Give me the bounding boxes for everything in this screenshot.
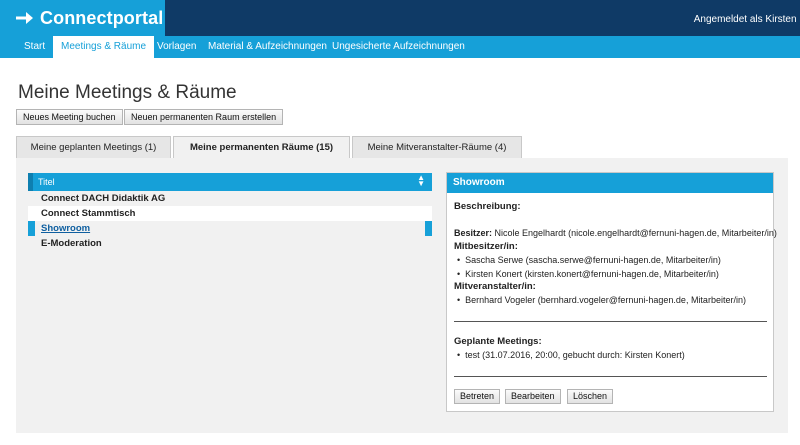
tab-permanent-rooms[interactable]: Meine permanenten Räume (15) [173, 136, 350, 159]
planned-meetings-label: Geplante Meetings: [454, 336, 542, 347]
list-item[interactable]: Connect Stammtisch [28, 206, 432, 221]
owner-line: Besitzer: Nicole Engelhardt (nicole.enge… [454, 228, 777, 238]
co-host-item: Bernhard Vogeler (bernhard.vogeler@fernu… [457, 295, 746, 305]
list-item-label: Connect DACH Didaktik AG [41, 193, 166, 204]
co-host-label: Mitveranstalter/in: [454, 281, 536, 292]
logged-in-user: Angemeldet als Kirsten K [693, 14, 800, 25]
book-meeting-button[interactable]: Neues Meeting buchen [16, 109, 123, 125]
selection-marker [425, 221, 432, 236]
tab-planned-meetings[interactable]: Meine geplanten Meetings (1) [16, 136, 171, 158]
app-logo[interactable]: Connectportal [0, 0, 165, 36]
selection-marker [28, 221, 35, 236]
tab-bar: Meine geplanten Meetings (1) Meine perma… [16, 136, 786, 159]
column-title: Titel [38, 177, 55, 187]
planned-meeting-item: test (31.07.2016, 20:00, gebucht durch: … [457, 350, 685, 360]
list-item-label: Connect Stammtisch [41, 208, 136, 219]
enter-button[interactable]: Betreten [454, 389, 501, 404]
app-title: Connectportal [40, 7, 164, 28]
tab-cohost-rooms[interactable]: Meine Mitveranstalter-Räume (4) [352, 136, 522, 158]
sort-icon[interactable]: ▲ ▼ [417, 174, 425, 188]
co-owner-item: Kirsten Konert (kirsten.konert@fernuni-h… [457, 269, 719, 279]
nav-item-start[interactable]: Start [16, 36, 53, 58]
co-owner-label: Mitbesitzer/in: [454, 241, 518, 252]
nav-item-meetings[interactable]: Meetings & Räume [53, 36, 155, 58]
arrow-right-icon [16, 12, 33, 24]
detail-title: Showroom [447, 173, 773, 193]
main-nav: Start Meetings & Räume Vorlagen Material… [0, 36, 800, 58]
list-header[interactable]: Titel ▲ ▼ [28, 173, 432, 191]
delete-button[interactable]: Löschen [567, 389, 614, 404]
room-detail-panel: Showroom Beschreibung: Besitzer: Nicole … [446, 172, 777, 412]
list-item-label: Showroom [41, 223, 91, 234]
nav-item-unsaved-recordings[interactable]: Ungesicherte Aufzeichnungen [324, 36, 473, 58]
nav-item-templates[interactable]: Vorlagen [149, 36, 204, 58]
create-room-button[interactable]: Neuen permanenten Raum erstellen [124, 109, 284, 125]
owner-value: Nicole Engelhardt (nicole.engelhardt@fer… [494, 228, 777, 238]
list-item[interactable]: E-Moderation [28, 236, 432, 251]
co-owner-item: Sascha Serwe (sascha.serwe@fernuni-hagen… [457, 255, 721, 265]
page-title: Meine Meetings & Räume [18, 82, 237, 103]
nav-item-material[interactable]: Material & Aufzeichnungen [200, 36, 335, 58]
list-item-label: E-Moderation [41, 238, 102, 249]
room-list: Titel ▲ ▼ Connect DACH Didaktik AG Connec… [28, 173, 432, 251]
list-item[interactable]: Connect DACH Didaktik AG [28, 191, 432, 206]
divider [454, 321, 767, 322]
owner-label: Besitzer: [454, 228, 493, 238]
description-label: Beschreibung: [454, 201, 521, 212]
top-header: Connectportal Angemeldet als Kirsten K [0, 0, 800, 36]
divider [454, 376, 767, 377]
list-item-selected[interactable]: Showroom [28, 221, 432, 236]
edit-button[interactable]: Bearbeiten [505, 389, 561, 404]
